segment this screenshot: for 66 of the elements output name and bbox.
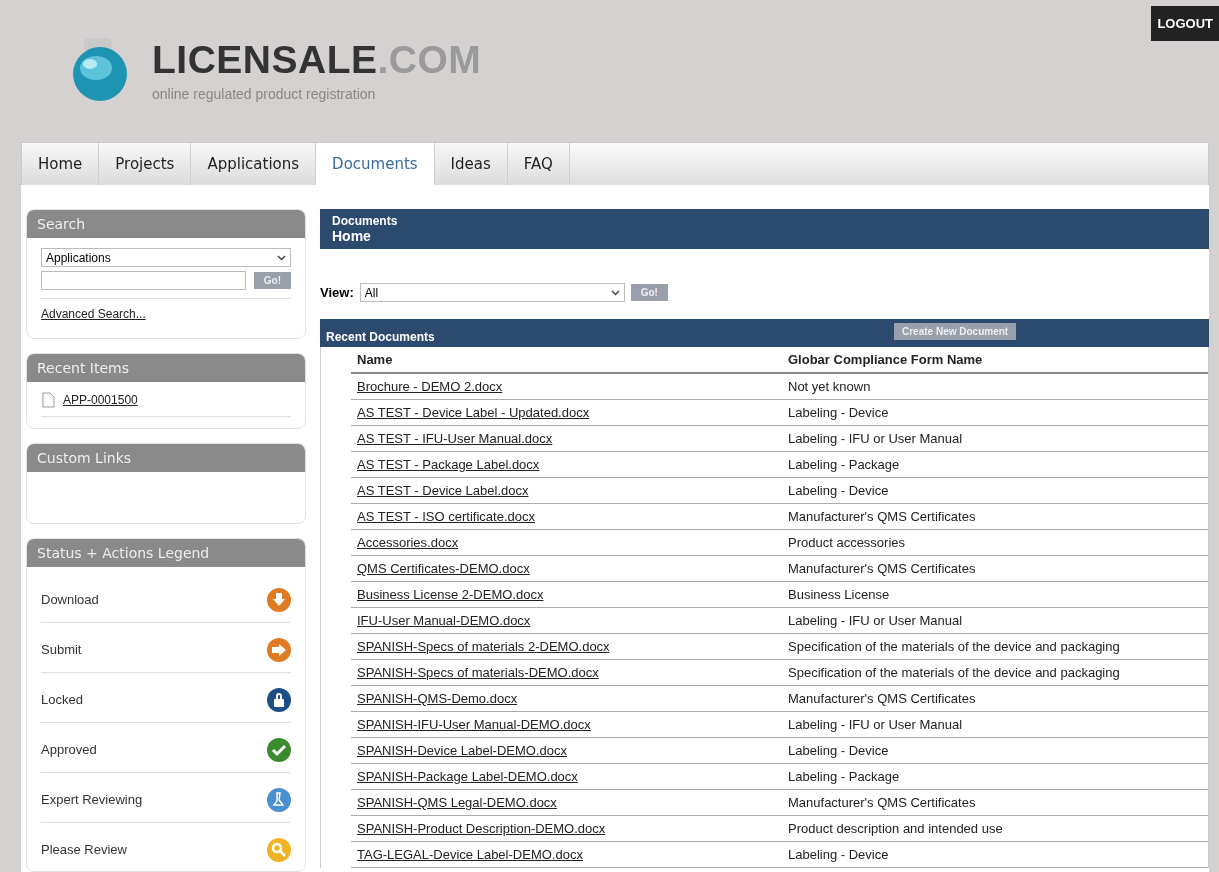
document-link[interactable]: Accessories.docx [357, 535, 459, 550]
table-cell-text: Labeling - Device [788, 847, 890, 862]
column-header: Name [357, 352, 394, 367]
table-cell-text: Manufacturer's QMS Certificates [788, 561, 977, 576]
advanced-search-link[interactable]: Advanced Search... [41, 307, 291, 321]
legend-label: Download [41, 592, 99, 608]
search-field[interactable] [41, 271, 246, 290]
logout-button[interactable]: LOGOUT [1151, 6, 1219, 41]
document-link[interactable]: Brochure - DEMO 2.docx [357, 379, 503, 394]
document-link[interactable]: SPANISH-QMS Legal-DEMO.docx [357, 795, 557, 810]
table-cell-text: Labeling - Device [788, 405, 890, 420]
document-link[interactable]: SPANISH-IFU-User Manual-DEMO.docx [357, 717, 591, 732]
search-type-select[interactable]: Applications [41, 248, 291, 267]
table-cell-text: Labeling - Device [788, 483, 890, 498]
table-cell-text: Specification of the materials of the device and packaging [788, 665, 1121, 680]
legend-label: Please Review [41, 842, 127, 858]
table-cell-text: Manufacturer's QMS Certificates [788, 509, 977, 524]
document-link[interactable]: SPANISH-Device Label-DEMO.docx [357, 743, 567, 758]
panel-title: Custom Links [27, 444, 305, 473]
document-link[interactable]: AS TEST - ISO certificate.docx [357, 509, 535, 524]
page-title: Home [332, 228, 372, 244]
logo-text: LICENSALE.COM [152, 38, 482, 82]
tagline: online regulated product registration [152, 86, 377, 102]
legend-label: Expert Reviewing [41, 792, 143, 808]
panel-title: Status + Actions Legend [27, 539, 305, 568]
document-icon [41, 392, 55, 409]
document-link[interactable]: IFU-User Manual-DEMO.docx [357, 613, 531, 628]
document-link[interactable]: SPANISH-Product Description-DEMO.docx [357, 821, 606, 836]
document-link[interactable]: AS TEST - Package Label.docx [357, 457, 540, 472]
column-header: Globar Compliance Form Name [788, 352, 984, 367]
document-link[interactable]: AS TEST - Device Label - Updated.docx [357, 405, 590, 420]
document-link[interactable]: SPANISH-QMS-Demo.docx [357, 691, 518, 706]
document-link[interactable]: TAG-LEGAL-Device Label-DEMO.docx [357, 847, 583, 862]
table-cell-text: Manufacturer's QMS Certificates [788, 795, 977, 810]
legend-label: Approved [41, 742, 97, 758]
document-link[interactable]: Business License 2-DEMO.docx [357, 587, 544, 602]
panel-title: Search [27, 210, 305, 238]
view-label: View: [320, 285, 354, 300]
document-link[interactable]: AS TEST - Device Label.docx [357, 483, 529, 498]
table-cell-text: Labeling - IFU or User Manual [788, 431, 964, 446]
table-cell-text: Labeling - IFU or User Manual [788, 613, 964, 628]
caret-icon [277, 254, 286, 261]
nav-tab[interactable]: Documents [316, 143, 435, 185]
table-cell-text: Labeling - Package [788, 769, 901, 784]
table-cell-text: Manufacturer's QMS Certificates [788, 691, 977, 706]
panel-title: Recent Items [27, 354, 305, 383]
document-link[interactable]: QMS Certificates-DEMO.docx [357, 561, 530, 576]
document-link[interactable]: SPANISH-Specs of materials-DEMO.docx [357, 665, 599, 680]
table-cell-text: Labeling - Package [788, 457, 901, 472]
table-cell-text: Business License [788, 587, 891, 602]
table-title: Recent Documents [326, 330, 435, 344]
recent-item-link[interactable]: APP-0001500 [63, 393, 138, 408]
document-link[interactable]: SPANISH-Specs of materials 2-DEMO.docx [357, 639, 610, 654]
table-cell-text: Product accessories [788, 535, 907, 550]
table-cell-text: Product description and intended use [788, 821, 1004, 836]
table-cell-text: Labeling - Device [788, 743, 890, 758]
breadcrumb-text: Documents [332, 214, 399, 228]
legend-label: Submit [41, 642, 82, 658]
document-link[interactable]: AS TEST - IFU-User Manual.docx [357, 431, 553, 446]
legend-label: Locked [41, 692, 83, 708]
caret-icon [610, 289, 620, 296]
table-cell-text: Labeling - IFU or User Manual [788, 717, 964, 732]
view-select[interactable]: All [359, 283, 625, 302]
table-cell-text: Specification of the materials of the device and packaging [788, 639, 1121, 654]
table-cell-text: Not yet known [788, 379, 872, 394]
document-link[interactable]: SPANISH-Package Label-DEMO.docx [357, 769, 578, 784]
